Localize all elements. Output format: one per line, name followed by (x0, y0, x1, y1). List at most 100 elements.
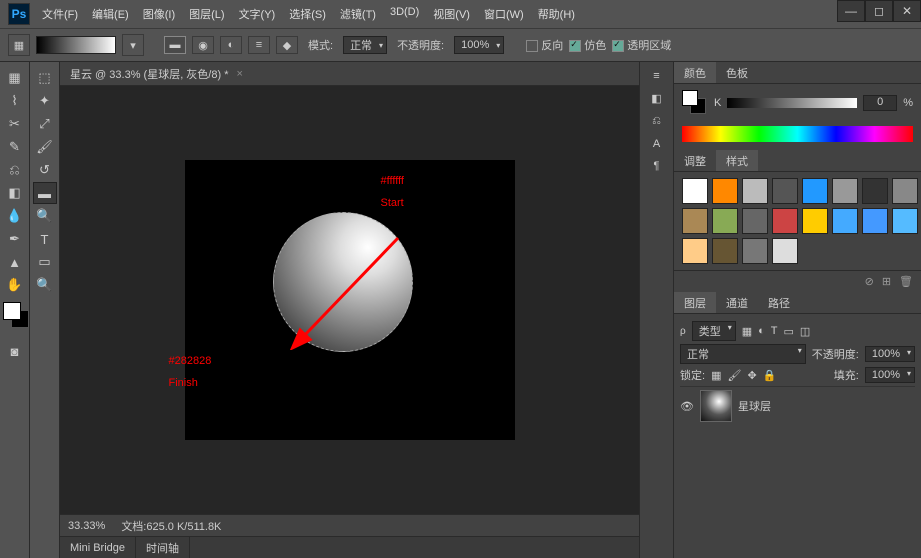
blend-mode-select[interactable]: 正常 (343, 36, 387, 54)
delete-style-icon[interactable]: 🗑 (899, 275, 913, 288)
style-swatch[interactable] (742, 178, 768, 204)
tab-channels[interactable]: 通道 (716, 292, 758, 313)
k-slider[interactable] (727, 98, 857, 108)
tab-timeline[interactable]: 时间轴 (136, 537, 190, 558)
layer-fill-value[interactable]: 100% (865, 367, 915, 383)
tab-paths[interactable]: 路径 (758, 292, 800, 313)
type-tool[interactable]: T (33, 228, 57, 250)
style-swatch[interactable] (682, 178, 708, 204)
filter-shape-icon[interactable]: ▭ (784, 325, 794, 338)
menu-file[interactable]: 文件(F) (42, 6, 78, 22)
dither-checkbox[interactable]: 仿色 (569, 37, 606, 53)
lock-pos-icon[interactable]: ✥ (747, 369, 756, 382)
spot-heal-tool[interactable]: ✎ (3, 136, 27, 158)
clone-stamp-tool[interactable]: ⎌ (3, 159, 27, 181)
filter-pixel-icon[interactable]: ▦ (742, 325, 752, 338)
menu-filter[interactable]: 滤镜(T) (340, 6, 376, 22)
diamond-gradient-button[interactable]: ◆ (276, 36, 298, 54)
layer-kind-select[interactable]: 类型 (692, 321, 736, 341)
lock-paint-icon[interactable]: 🖌 (727, 369, 741, 382)
magic-wand-tool[interactable]: ✦ (33, 90, 57, 112)
style-swatch[interactable] (802, 178, 828, 204)
style-swatch[interactable] (742, 238, 768, 264)
menu-window[interactable]: 窗口(W) (484, 6, 524, 22)
mini-swatches[interactable] (682, 90, 708, 116)
collapsed-panel-icon[interactable]: ¶ (654, 160, 660, 172)
tab-swatches[interactable]: 色板 (716, 62, 758, 83)
maximize-button[interactable]: ◻ (865, 0, 893, 22)
menu-view[interactable]: 视图(V) (433, 6, 470, 22)
clear-style-icon[interactable]: ⊘ (865, 275, 874, 288)
tab-layers[interactable]: 图层 (674, 292, 716, 313)
color-spectrum[interactable] (682, 126, 913, 142)
layer-opacity-value[interactable]: 100% (865, 346, 915, 362)
angle-gradient-button[interactable]: ◐ (220, 36, 242, 54)
tab-adjustments[interactable]: 调整 (674, 150, 716, 171)
style-swatch[interactable] (772, 238, 798, 264)
style-swatch[interactable] (712, 208, 738, 234)
close-button[interactable]: ✕ (893, 0, 921, 22)
path-select-tool[interactable]: ▲ (3, 251, 27, 273)
menu-help[interactable]: 帮助(H) (538, 6, 575, 22)
lasso-tool[interactable]: ⌇ (3, 90, 27, 112)
radial-gradient-button[interactable]: ◉ (192, 36, 214, 54)
color-swatches[interactable] (3, 302, 26, 334)
lock-trans-icon[interactable]: ▦ (711, 369, 721, 382)
collapsed-panel-icon[interactable]: A (653, 138, 660, 150)
style-swatch[interactable] (892, 178, 918, 204)
style-swatch[interactable] (832, 208, 858, 234)
gradient-picker-icon[interactable]: ▾ (122, 34, 144, 56)
linear-gradient-button[interactable]: ▬ (164, 36, 186, 54)
new-style-icon[interactable]: ⊞ (882, 275, 891, 288)
style-swatch[interactable] (862, 178, 888, 204)
style-swatch[interactable] (682, 238, 708, 264)
reverse-checkbox[interactable]: 反向 (526, 37, 563, 53)
quickmask-tool[interactable]: ◙ (3, 340, 27, 362)
style-swatch[interactable] (712, 238, 738, 264)
hand-tool[interactable]: ✋ (3, 274, 27, 296)
style-swatch[interactable] (802, 208, 828, 234)
layer-item[interactable]: 👁 星球层 (680, 386, 915, 425)
style-swatch[interactable] (832, 178, 858, 204)
canvas[interactable]: #ffffffStart #282828Finish (185, 160, 515, 440)
pen-tool[interactable]: ✒ (3, 228, 27, 250)
layer-name[interactable]: 星球层 (738, 398, 771, 414)
filter-smart-icon[interactable]: ◫ (800, 325, 810, 338)
lock-all-icon[interactable]: 🔒 (763, 369, 777, 382)
style-swatch[interactable] (892, 208, 918, 234)
crop-tool[interactable]: ✂ (3, 113, 27, 135)
filter-adjust-icon[interactable]: ◐ (758, 325, 765, 337)
eyedropper-tool[interactable]: ⤢ (33, 113, 57, 135)
brush-tool[interactable]: 🖌 (33, 136, 57, 158)
visibility-icon[interactable]: 👁 (680, 400, 694, 413)
blur-tool[interactable]: 💧 (3, 205, 27, 227)
menu-layer[interactable]: 图层(L) (189, 6, 224, 22)
style-swatch[interactable] (862, 208, 888, 234)
collapsed-panel-icon[interactable]: ⎌ (652, 115, 661, 128)
style-swatch[interactable] (682, 208, 708, 234)
shape-tool[interactable]: ▭ (33, 251, 57, 273)
collapsed-panel-icon[interactable]: ◧ (651, 92, 661, 105)
dodge-tool[interactable]: 🔍 (33, 205, 57, 227)
style-swatch[interactable] (712, 178, 738, 204)
layer-blend-select[interactable]: 正常 (680, 344, 806, 364)
reflected-gradient-button[interactable]: ≡ (248, 36, 270, 54)
menu-edit[interactable]: 编辑(E) (92, 6, 129, 22)
close-tab-icon[interactable]: × (236, 68, 242, 80)
gradient-preview[interactable] (36, 36, 116, 54)
zoom-level[interactable]: 33.33% (68, 520, 105, 532)
history-brush-tool[interactable]: ↺ (33, 159, 57, 181)
marquee-tool[interactable]: ⬚ (33, 67, 57, 89)
tab-mini-bridge[interactable]: Mini Bridge (60, 537, 136, 558)
style-swatch[interactable] (772, 178, 798, 204)
minimize-button[interactable]: — (837, 0, 865, 22)
menu-select[interactable]: 选择(S) (289, 6, 326, 22)
menu-type[interactable]: 文字(Y) (239, 6, 276, 22)
eraser-tool[interactable]: ◧ (3, 182, 27, 204)
k-value[interactable]: 0 (863, 95, 897, 111)
filter-type-icon[interactable]: T (771, 325, 778, 337)
transparency-checkbox[interactable]: 透明区域 (612, 37, 671, 53)
document-tab[interactable]: 星云 @ 33.3% (星球层, 灰色/8) * × (60, 62, 639, 86)
menu-3d[interactable]: 3D(D) (390, 6, 419, 22)
menu-image[interactable]: 图像(I) (143, 6, 175, 22)
